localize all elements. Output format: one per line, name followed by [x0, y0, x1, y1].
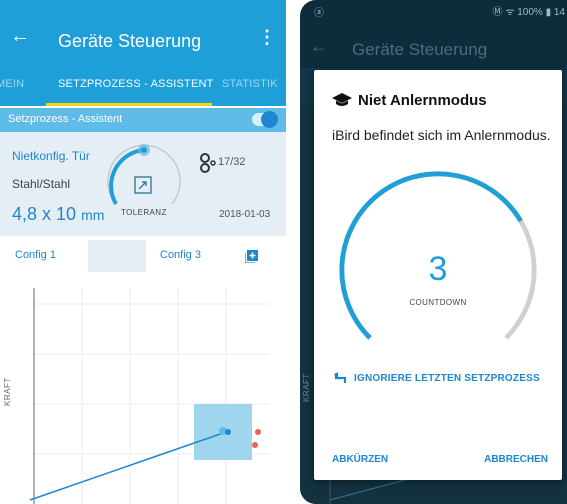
force-curve: [29, 431, 227, 501]
gears-icon: [200, 153, 216, 173]
status-indicators: Ⓜ ᯤ 100% ▮ 14: [492, 7, 565, 18]
add-box-icon: [245, 250, 258, 263]
page-title-dimmed: Geräte Steuerung: [352, 40, 488, 59]
rivet-count: 17/32: [218, 156, 246, 168]
cancel-button[interactable]: ABBRECHEN: [484, 454, 548, 465]
app-bar-dimmed: ← Geräte Steuerung: [300, 20, 567, 68]
shorten-button[interactable]: ABKÜRZEN: [332, 454, 388, 465]
data-point: [255, 429, 261, 435]
active-tab-indicator: [46, 103, 212, 106]
graduation-cap-icon: [332, 93, 352, 106]
rivet-size: 4,8 x 10 mm: [12, 204, 104, 225]
status-app-icon: ⓐ: [314, 8, 324, 19]
toggle-knob: [261, 111, 278, 128]
assistant-label: Setzprozess - Assistent: [8, 113, 123, 125]
tolerance-label: TOLERANZ: [121, 208, 167, 217]
rivet-config-name[interactable]: Nietkonfig. Tür: [12, 149, 90, 163]
back-arrow-icon[interactable]: ←: [10, 26, 30, 46]
config-date: 2018-01-03: [219, 209, 271, 220]
config-tabs: Config 1 Config 3: [0, 240, 286, 272]
undo-icon: [334, 372, 347, 383]
countdown-value: 3: [428, 250, 448, 288]
y-axis-label-dimmed: KRAFT: [302, 373, 311, 402]
app-bar: ← Geräte Steuerung ⋮: [0, 0, 286, 68]
page-title: Geräte Steuerung: [58, 31, 202, 51]
chart-canvas: [29, 288, 270, 504]
y-axis-label: KRAFT: [3, 377, 12, 406]
rivet-config-card: Nietkonfig. Tür Stahl/Stahl 4,8 x 10 mm …: [0, 132, 286, 236]
expand-icon[interactable]: [134, 176, 152, 194]
tab-statistik[interactable]: STATISTIK: [222, 78, 278, 90]
back-arrow-icon: ←: [310, 36, 328, 56]
dialog-message: iBird befindet sich im Anlernmodus.: [332, 127, 551, 143]
data-point: [252, 442, 258, 448]
assistant-toggle[interactable]: [252, 111, 278, 128]
left-screen: ← Geräte Steuerung ⋮ MEIN SETZPROZESS - …: [0, 0, 286, 504]
ignore-last-process-button[interactable]: IGNORIERE LETZTEN SETZPROZESS: [334, 372, 540, 384]
tab-bar: MEIN SETZPROZESS - ASSISTENT STATISTIK: [0, 68, 286, 106]
config-tab-3[interactable]: Config 3: [146, 240, 216, 272]
config-tab-1[interactable]: Config 1: [0, 240, 88, 272]
add-config-button[interactable]: [216, 240, 286, 272]
right-screen: ⓐ Ⓜ ᯤ 100% ▮ 14 ← Geräte Steuerung Niet …: [300, 0, 567, 504]
force-chart: KRAFT: [0, 278, 286, 504]
rivet-size-unit: mm: [81, 207, 105, 223]
data-point: [225, 429, 231, 435]
status-bar: ⓐ Ⓜ ᯤ 100% ▮ 14: [300, 0, 567, 20]
countdown-label: COUNTDOWN: [409, 298, 467, 307]
rivet-size-value: 4,8 x 10: [12, 204, 77, 224]
tab-setzprozess-assistent[interactable]: SETZPROZESS - ASSISTENT: [58, 78, 214, 90]
assistant-bar: Setzprozess - Assistent: [0, 108, 286, 132]
ignore-last-process-label: IGNORIERE LETZTEN SETZPROZESS: [354, 373, 540, 384]
tab-allgemein[interactable]: MEIN: [0, 78, 24, 90]
material-label: Stahl/Stahl: [12, 177, 71, 191]
learn-mode-dialog: Niet Anlernmodus iBird befindet sich im …: [314, 70, 562, 480]
dialog-title: Niet Anlernmodus: [358, 92, 487, 109]
more-vert-icon[interactable]: ⋮: [258, 28, 276, 46]
